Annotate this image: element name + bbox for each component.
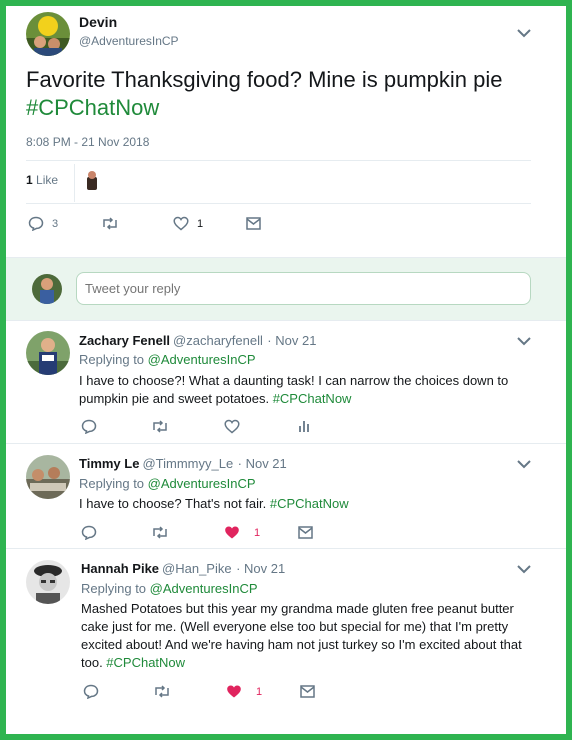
divider (6, 443, 566, 444)
reply-date[interactable]: · Nov 21 (238, 456, 287, 471)
reply-author-handle[interactable]: @Timmmyy_Le (142, 456, 233, 471)
tweet-text: Favorite Thanksgiving food? Mine is pump… (26, 66, 546, 122)
like-button[interactable]: 1 (224, 525, 260, 540)
user-avatar[interactable] (32, 274, 62, 304)
reply-avatar[interactable] (26, 455, 70, 499)
reply-author-name[interactable]: Timmy Le (79, 456, 139, 471)
reply-text: I have to choose? That's not fair. #CPCh… (79, 495, 519, 513)
chevron-down-icon[interactable] (516, 336, 532, 346)
likes-stat[interactable]: 1 Like (26, 173, 58, 187)
dm-button[interactable] (298, 526, 313, 539)
retweet-button[interactable] (153, 685, 171, 698)
reply-header: Zachary Fenell @zacharyfenell · Nov 21 (79, 332, 316, 350)
reply-avatar[interactable] (26, 560, 70, 604)
reply-count: 3 (52, 217, 59, 230)
reply-header: Hannah Pike @Han_Pike · Nov 21 (81, 560, 285, 578)
retweet-icon (153, 420, 167, 433)
replying-to-link[interactable]: @AdventuresInCP (148, 352, 256, 367)
tweet-timestamp[interactable]: 8:08 PM - 21 Nov 2018 (26, 135, 149, 149)
like-button[interactable]: 1 (173, 216, 203, 231)
heart-icon (227, 685, 241, 698)
retweet-icon (103, 217, 117, 230)
like-count: 1 (254, 526, 261, 539)
reply-icon (81, 525, 97, 540)
retweet-icon (153, 526, 167, 539)
retweet-icon (155, 685, 169, 698)
divider (26, 160, 531, 161)
reply-icon (28, 216, 44, 231)
replying-to-label: Replying to (79, 476, 145, 491)
reply-button[interactable]: 3 (28, 216, 58, 231)
divider (26, 203, 531, 204)
reply-button[interactable] (83, 684, 99, 699)
chevron-down-icon[interactable] (516, 28, 532, 38)
retweet-button[interactable] (151, 526, 169, 539)
hashtag-link[interactable]: #CPChatNow (273, 391, 352, 406)
retweet-button[interactable] (151, 420, 169, 433)
reply-button[interactable] (81, 419, 97, 434)
likes-label: Like (36, 173, 59, 187)
divider (74, 164, 75, 202)
like-count: 1 (256, 685, 263, 698)
reply-text: I have to choose?! What a daunting task!… (79, 372, 519, 408)
tweet-body: Favorite Thanksgiving food? Mine is pump… (26, 67, 503, 92)
reply-composer (6, 257, 566, 321)
author-avatar[interactable] (26, 12, 70, 56)
dm-button[interactable] (300, 685, 315, 698)
dm-icon (246, 217, 261, 230)
replying-to-link[interactable]: @AdventuresInCP (148, 476, 256, 491)
analytics-icon (299, 421, 309, 432)
liker-avatar[interactable] (82, 169, 102, 191)
reply-header: Timmy Le @Timmmyy_Le · Nov 21 (79, 455, 287, 473)
dm-button[interactable] (246, 217, 261, 230)
replying-to: Replying to @AdventuresInCP (79, 352, 256, 367)
like-button[interactable]: 1 (226, 684, 262, 699)
replying-to-link[interactable]: @AdventuresInCP (150, 581, 258, 596)
reply-author-handle[interactable]: @Han_Pike (162, 561, 232, 576)
hashtag-link[interactable]: #CPChatNow (270, 496, 349, 511)
tweet-panel: Devin @AdventuresInCP Favorite Thanksgiv… (6, 6, 566, 734)
replying-to: Replying to @AdventuresInCP (79, 476, 256, 491)
dm-icon (298, 526, 313, 539)
dm-icon (300, 685, 315, 698)
replying-to-label: Replying to (81, 581, 147, 596)
heart-icon (224, 419, 240, 434)
reply-body: I have to choose? That's not fair. (79, 496, 270, 511)
heart-icon (225, 526, 239, 539)
reply-input[interactable] (76, 272, 531, 305)
reply-author-name[interactable]: Zachary Fenell (79, 333, 170, 348)
reply-avatar[interactable] (26, 331, 70, 375)
reply-author-name[interactable]: Hannah Pike (81, 561, 159, 576)
replying-to: Replying to @AdventuresInCP (81, 581, 258, 596)
author-name[interactable]: Devin (79, 14, 117, 30)
like-count: 1 (197, 217, 204, 230)
reply-icon (81, 419, 97, 434)
likes-count: 1 (26, 173, 33, 187)
reply-date[interactable]: · Nov 21 (236, 561, 285, 576)
chevron-down-icon[interactable] (516, 459, 532, 469)
reply-text: Mashed Potatoes but this year my grandma… (81, 600, 541, 672)
like-button[interactable] (224, 419, 240, 434)
reply-author-handle[interactable]: @zacharyfenell (173, 333, 263, 348)
divider (6, 548, 566, 549)
hashtag-link[interactable]: #CPChatNow (106, 655, 185, 670)
analytics-button[interactable] (298, 419, 310, 433)
chevron-down-icon[interactable] (516, 564, 532, 574)
author-handle[interactable]: @AdventuresInCP (79, 34, 179, 48)
reply-date[interactable]: · Nov 21 (267, 333, 316, 348)
hashtag-link[interactable]: #CPChatNow (26, 95, 159, 120)
heart-icon (173, 216, 189, 231)
reply-icon (83, 684, 99, 699)
retweet-button[interactable] (101, 217, 119, 230)
reply-button[interactable] (81, 525, 97, 540)
replying-to-label: Replying to (79, 352, 145, 367)
